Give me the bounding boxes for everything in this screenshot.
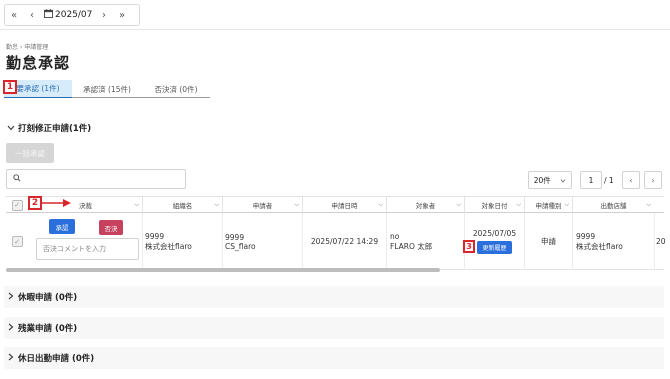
prev-month-icon[interactable]: ‹ (23, 10, 41, 21)
target-person-cell: no FLARO 太郎 (386, 213, 464, 270)
target-name: FLARO 太郎 (390, 241, 433, 251)
last-page-icon[interactable]: » (113, 10, 131, 21)
column-org-label: 組織名 (172, 202, 193, 210)
row-select-cell: ✓ (6, 213, 28, 270)
chevron-right-icon (4, 292, 18, 302)
chevron-down-icon (560, 176, 566, 185)
column-type[interactable]: 申請種別 ⌵ (524, 197, 572, 213)
column-store[interactable]: 出勤店舗 ⌵ (572, 197, 654, 213)
type-cell: 申請 (524, 213, 572, 270)
request-type: 申請 (541, 237, 556, 246)
search-icon (13, 174, 21, 184)
sort-icon: ⌵ (646, 201, 651, 208)
page-total: / 1 (604, 175, 614, 185)
chevron-left-icon: ‹ (629, 175, 633, 185)
calendar-icon[interactable] (41, 9, 55, 21)
sort-icon: ⌵ (294, 201, 299, 208)
approve-button[interactable]: 承認 (49, 219, 75, 234)
column-applicant-label: 申請者 (252, 202, 273, 210)
bulk-approve-button[interactable]: 一括承認 (6, 143, 54, 163)
section-title: 休暇申請 (0件) (18, 293, 78, 303)
tab-rejected[interactable]: 否決済 (0件) (142, 80, 210, 98)
column-applicant[interactable]: 申請者 ⌵ (222, 197, 302, 213)
target-date: 2025/07/05 (472, 229, 517, 238)
breadcrumb-home[interactable]: 勤怠 (6, 44, 18, 51)
breadcrumb-separator: › (19, 44, 23, 51)
section-clock-correction[interactable]: 打刻修正申請(1件) (4, 117, 664, 139)
store-cell: 9999 株式会社flaro (572, 213, 654, 270)
applied-at: 2025/07/22 14:29 (310, 237, 379, 246)
org-name: 株式会社flaro (145, 241, 192, 251)
section-holiday-work[interactable]: 休日出勤申請 (0件) (4, 347, 664, 369)
table-header: ✓ 決裁 ⌵ 組織名 ⌵ 申請者 ⌵ 申請日時 ⌵ 対象者 ⌵ 対象日付 ⌵ 申請種別 ⌵ 出… (6, 196, 664, 213)
breadcrumb-current: 申請管理 (24, 44, 49, 51)
per-page-value: 20件 (533, 175, 551, 185)
table-row: ✓ 承認 否決 否決コメントを入力 9999 株式会社flaro 9999 CS… (6, 213, 666, 270)
breadcrumb: 勤怠 › 申請管理 (6, 42, 48, 51)
tab-approved[interactable]: 承認済 (15件) (72, 80, 142, 98)
chevron-right-icon (4, 353, 18, 363)
arrow-right-icon (42, 199, 71, 207)
page-input[interactable]: 1 (580, 171, 602, 189)
sort-icon: ⌵ (214, 201, 219, 208)
marker-1: 1 (3, 80, 17, 94)
sort-icon: ⌵ (516, 201, 521, 208)
overflow-value: 20 (656, 237, 666, 246)
select-all-cell: ✓ (6, 197, 28, 213)
tab-bar: 要承認 (1件) 承認済 (15件) 否決済 (0件) (4, 80, 210, 98)
applicant-cell: 9999 CS_flaro (222, 213, 302, 270)
row-checkbox[interactable]: ✓ (11, 236, 23, 247)
sort-icon: ⌵ (134, 201, 139, 208)
org-cell: 9999 株式会社flaro (142, 213, 222, 270)
applied-at-cell: 2025/07/22 14:29 (302, 213, 386, 270)
column-store-label: 出勤店舗 (600, 202, 627, 210)
column-target-person-label: 対象者 (415, 202, 436, 210)
reject-comment-input[interactable]: 否決コメントを入力 (36, 238, 139, 260)
current-month[interactable]: 2025/07 (55, 10, 95, 20)
column-target-date-label: 対象日付 (481, 202, 508, 210)
select-all-checkbox[interactable]: ✓ (11, 199, 23, 211)
section-title: 打刻修正申請(1件) (18, 124, 92, 134)
chevron-right-icon: › (651, 175, 655, 185)
first-page-icon[interactable]: « (5, 10, 23, 21)
column-decision-label: 決裁 (79, 202, 92, 210)
sort-icon: ⌵ (564, 201, 569, 208)
target-no: no (390, 231, 400, 241)
applicant-name: CS_flaro (225, 241, 256, 251)
column-target-date[interactable]: 対象日付 ⌵ (464, 197, 524, 213)
chevron-right-icon (4, 323, 18, 333)
store-code: 9999 (576, 231, 596, 241)
search-input[interactable] (6, 169, 186, 189)
column-target-person[interactable]: 対象者 ⌵ (386, 197, 464, 213)
column-applied-at-label: 申請日時 (331, 202, 358, 210)
horizontal-scrollbar[interactable] (6, 268, 440, 272)
overflow-cell: 20 (654, 213, 666, 270)
top-bar: « ‹ 2025/07 › » (0, 0, 670, 30)
sort-icon: ⌵ (378, 201, 383, 208)
date-navigator: « ‹ 2025/07 › » (4, 4, 140, 26)
marker-2: 2 (28, 196, 42, 210)
column-type-label: 申請種別 (535, 202, 562, 210)
next-page-button[interactable]: › (644, 171, 662, 189)
sort-icon: ⌵ (456, 201, 461, 208)
column-org[interactable]: 組織名 ⌵ (142, 197, 222, 213)
per-page-select[interactable]: 20件 (528, 171, 572, 189)
reject-button[interactable]: 否決 (99, 220, 123, 235)
section-title: 残業申請 (0件) (18, 324, 78, 334)
applicant-code: 9999 (225, 232, 245, 242)
marker-3: 3 (463, 240, 475, 253)
update-history-button[interactable]: 更新履歴 (477, 241, 512, 254)
chevron-down-icon (4, 124, 18, 133)
section-leave[interactable]: 休暇申請 (0件) (4, 286, 664, 308)
section-title: 休日出勤申請 (0件) (18, 354, 95, 364)
store-name: 株式会社flaro (576, 241, 623, 251)
column-applied-at[interactable]: 申請日時 ⌵ (302, 197, 386, 213)
page-title: 勤怠承認 (6, 54, 71, 72)
section-overtime[interactable]: 残業申請 (0件) (4, 317, 664, 339)
org-code: 9999 (145, 231, 165, 241)
prev-page-button[interactable]: ‹ (622, 171, 640, 189)
next-month-icon[interactable]: › (95, 10, 113, 21)
